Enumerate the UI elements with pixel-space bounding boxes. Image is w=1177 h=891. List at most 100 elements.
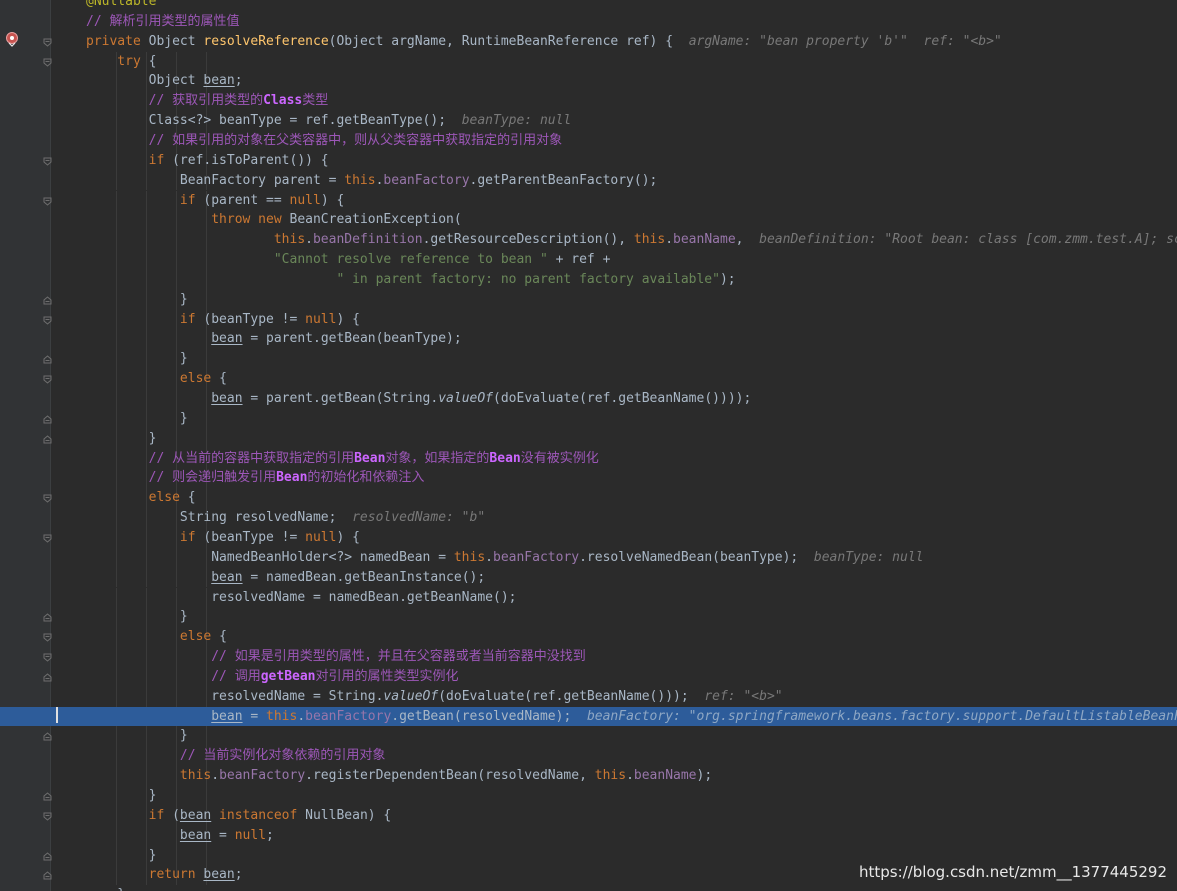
code-token: bean: [211, 569, 243, 585]
code-line[interactable]: bean = namedBean.getBeanInstance();: [0, 568, 1177, 588]
code-token: String resolvedName;: [86, 510, 353, 526]
code-area[interactable]: @Nullable // 解析引用类型的属性值 private Object res…: [0, 0, 1177, 891]
code-line[interactable]: }: [0, 786, 1177, 806]
code-token: {: [219, 629, 227, 645]
code-token: NullBean) {: [305, 807, 392, 823]
code-token: // 从当前的容器中获取指定的引用: [86, 450, 355, 466]
code-token: .: [665, 232, 674, 248]
code-token: try: [86, 53, 149, 69]
code-line[interactable]: // 如果是引用类型的属性，并且在父容器或者当前容器中没找到: [0, 647, 1177, 667]
code-token: );: [719, 271, 736, 287]
code-token: }: [86, 887, 125, 891]
code-token: bean: [211, 708, 243, 724]
code-token: 的初始化和依赖注入: [307, 470, 425, 486]
code-token: (beanType !=: [203, 311, 306, 327]
code-line[interactable]: @Nullable: [0, 0, 1177, 12]
code-token: (Object argName, RuntimeBeanReference re…: [328, 33, 689, 49]
code-line[interactable]: bean = null;: [0, 826, 1177, 846]
code-token: }: [86, 430, 157, 446]
code-token: Bean: [276, 470, 308, 486]
code-line[interactable]: // 如果引用的对象在父类容器中，则从父类容器中获取指定的引用对象: [0, 131, 1177, 151]
code-line[interactable]: // 则会递归触发引用Bean的初始化和依赖注入: [0, 468, 1177, 488]
code-line[interactable]: resolvedName = namedBean.getBeanName();: [0, 588, 1177, 608]
code-line[interactable]: this.beanFactory.registerDependentBean(r…: [0, 766, 1177, 786]
code-token: }: [86, 728, 188, 744]
code-line[interactable]: " in parent factory: no parent factory a…: [0, 270, 1177, 290]
code-line[interactable]: }: [0, 726, 1177, 746]
code-line[interactable]: bean = parent.getBean(String.valueOf(doE…: [0, 389, 1177, 409]
code-token: .: [211, 768, 220, 784]
code-token: Class: [263, 93, 303, 109]
code-line[interactable]: if (bean instanceof NullBean) {: [0, 806, 1177, 826]
code-line[interactable]: Object bean;: [0, 71, 1177, 91]
code-token: Object: [86, 73, 204, 89]
code-line[interactable]: else {: [0, 627, 1177, 647]
code-line[interactable]: }: [0, 607, 1177, 627]
code-line[interactable]: // 解析引用类型的属性值: [0, 12, 1177, 32]
code-line[interactable]: else {: [0, 369, 1177, 389]
code-token: (doEvaluate(ref.getBeanName()));: [438, 688, 705, 704]
code-line[interactable]: resolvedName = String.valueOf(doEvaluate…: [0, 687, 1177, 707]
code-line[interactable]: if (ref.isToParent()) {: [0, 151, 1177, 171]
code-token: .: [626, 768, 634, 784]
code-token: this: [453, 549, 486, 565]
code-editor[interactable]: @Nullable // 解析引用类型的属性值 private Object res…: [0, 0, 1177, 891]
code-line[interactable]: throw new BeanCreationException(: [0, 210, 1177, 230]
code-token: .getParentBeanFactory();: [469, 172, 658, 188]
code-token: beanDefinition: [312, 232, 423, 248]
code-token: = namedBean.getBeanInstance();: [242, 569, 486, 585]
code-line[interactable]: if (parent == null) {: [0, 191, 1177, 211]
code-line[interactable]: }: [0, 409, 1177, 429]
code-line[interactable]: }: [0, 349, 1177, 369]
code-token: else: [86, 371, 220, 387]
current-execution-line[interactable]: bean = this.beanFactory.getBean(resolved…: [0, 706, 1177, 727]
code-line[interactable]: }: [0, 885, 1177, 891]
code-line[interactable]: NamedBeanHolder<?> namedBean = this.bean…: [0, 548, 1177, 568]
code-token: ;: [234, 73, 243, 89]
code-token: =: [242, 708, 267, 724]
code-token: );: [696, 768, 713, 784]
code-token: beanFactory: [219, 768, 306, 784]
code-token: .: [485, 549, 493, 565]
code-line[interactable]: // 调用getBean对引用的属性类型实例化: [0, 667, 1177, 687]
code-token: null: [305, 529, 337, 545]
code-line[interactable]: Class<?> beanType = ref.getBeanType(); b…: [0, 111, 1177, 131]
code-token: else: [86, 629, 220, 645]
code-line[interactable]: }: [0, 290, 1177, 310]
code-line[interactable]: // 从当前的容器中获取指定的引用Bean对象，如果指定的Bean没有被实例化: [0, 449, 1177, 469]
code-token: // 则会递归触发引用: [86, 470, 277, 486]
inline-debug-value: beanDefinition: "Root bean: class [com.z…: [759, 232, 1177, 248]
code-token: bean: [211, 391, 243, 406]
code-line[interactable]: bean = parent.getBean(beanType);: [0, 329, 1177, 349]
code-line[interactable]: String resolvedName; resolvedName: "b": [0, 508, 1177, 528]
code-token: 对引用的属性类型实例化: [315, 668, 459, 684]
code-token: // 如果引用的对象在父类容器中，则从父类容器中获取指定的引用对象: [86, 132, 563, 148]
code-line[interactable]: BeanFactory parent = this.beanFactory.ge…: [0, 171, 1177, 191]
code-line[interactable]: private Object resolveReference(Object a…: [0, 32, 1177, 52]
code-line[interactable]: else {: [0, 488, 1177, 508]
code-token: .resolveNamedBean(beanType);: [579, 549, 814, 565]
code-line[interactable]: this.beanDefinition.getResourceDescripti…: [0, 230, 1177, 250]
code-line[interactable]: }: [0, 429, 1177, 449]
code-token: return: [86, 867, 204, 883]
code-token: if: [86, 529, 204, 545]
code-token: throw new: [86, 212, 290, 228]
code-token: .getBean(resolvedName);: [391, 708, 587, 724]
code-line[interactable]: // 获取引用类型的Class类型: [0, 91, 1177, 111]
code-line[interactable]: // 当前实例化对象依赖的引用对象: [0, 746, 1177, 766]
code-token: bean: [203, 73, 235, 89]
code-line[interactable]: try {: [0, 52, 1177, 72]
code-line[interactable]: "Cannot resolve reference to bean " + re…: [0, 250, 1177, 270]
inline-debug-value: ref: "<b>": [704, 688, 783, 704]
code-token: }: [86, 291, 188, 307]
code-token: {: [187, 490, 196, 506]
code-line[interactable]: if (beanType != null) {: [0, 528, 1177, 548]
code-token: (doEvaluate(ref.getBeanName())));: [493, 391, 752, 406]
blog-watermark: https://blog.csdn.net/zmm__1377445292: [859, 863, 1167, 881]
code-token: + ref +: [555, 252, 611, 268]
code-token: // 解析引用类型的属性值: [86, 13, 240, 29]
code-token: getBean: [260, 668, 316, 684]
code-line[interactable]: if (beanType != null) {: [0, 310, 1177, 330]
